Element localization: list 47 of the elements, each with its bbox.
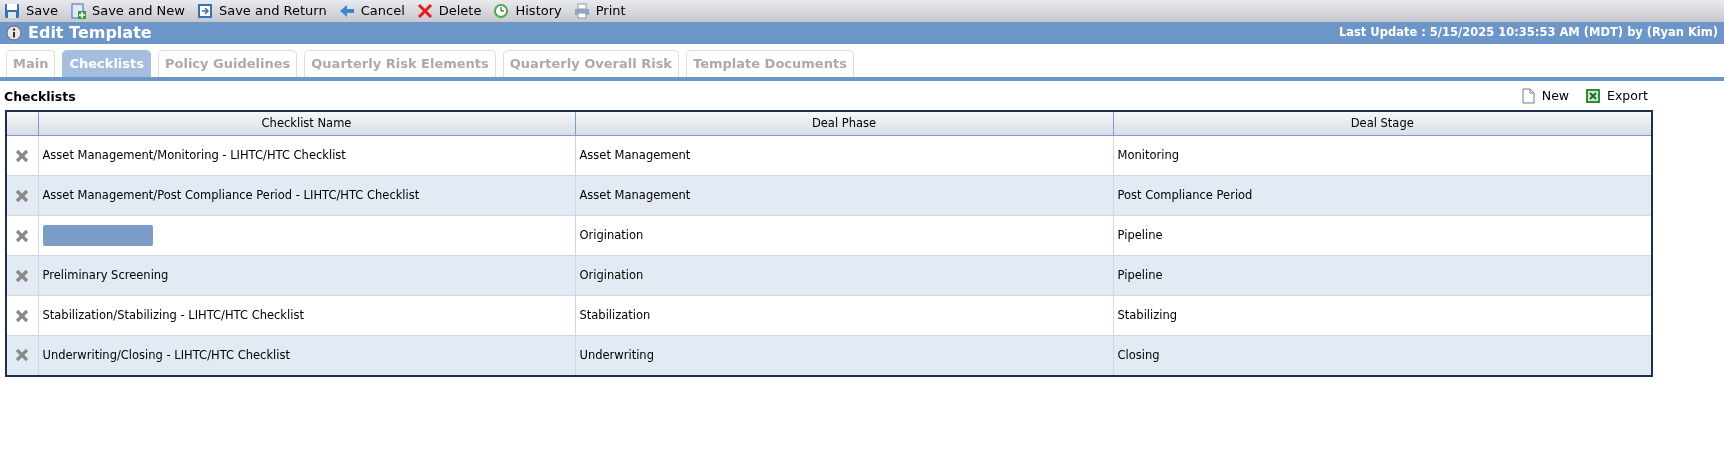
delete-icon[interactable] (14, 267, 31, 284)
delete-icon[interactable] (14, 307, 31, 324)
document-plus-icon (69, 3, 86, 19)
page-title: Edit Template (28, 23, 152, 43)
new-link[interactable]: New (1541, 87, 1570, 106)
table-cell: Preliminary Screening (42, 268, 169, 283)
delete-button[interactable]: Delete (438, 1, 482, 21)
savenew-button[interactable]: Save and New (91, 1, 185, 21)
table-cell: Stabilization/Stabilizing - LIHTC/HTC Checklist (42, 308, 304, 323)
save-button[interactable]: Save (26, 1, 58, 21)
section-title: Checklists (4, 88, 76, 104)
table-cell: Post Compliance Period (1117, 188, 1253, 203)
document-icon[interactable] (1519, 88, 1536, 105)
delete-icon[interactable] (14, 147, 31, 164)
export-link[interactable]: Export (1607, 87, 1648, 106)
column-header: Deal Phase (575, 110, 1113, 136)
column-header: Checklist Name (38, 110, 575, 136)
print-button[interactable]: Print (595, 1, 626, 21)
table-cell: Underwriting (579, 347, 654, 362)
table-cell: Pipeline (1117, 228, 1163, 243)
table-cell: Asset Management (579, 188, 691, 203)
history-button[interactable]: History (515, 1, 562, 21)
savereturn-button[interactable]: Save and Return (218, 1, 327, 21)
table-cell: Pipeline (1117, 268, 1163, 283)
table-cell: Underwriting/Closing - LIHTC/HTC Checklist (42, 347, 290, 362)
table-cell: Asset Management/Post Compliance Period - LIHTC/HTC Checklist (42, 188, 420, 203)
table-cell: Stabilizing (1117, 308, 1178, 323)
info-icon (6, 25, 22, 41)
table-cell: Closing (1117, 347, 1160, 362)
table-cell: Asset Management (579, 148, 691, 163)
last-update-text: Last Update : 5/15/2025 10:35:53 AM (MDT) by (Ryan Kim) (1338, 24, 1718, 42)
column-header: Deal Stage (1113, 110, 1652, 136)
printer-icon (573, 3, 590, 19)
table-cell: Origination (579, 268, 644, 283)
spreadsheet-icon[interactable] (1585, 88, 1602, 105)
clock-icon (493, 3, 510, 19)
table-cell: Stabilization (579, 308, 651, 323)
table-cell: Origination (579, 228, 644, 243)
document-arrow-icon (196, 3, 213, 19)
table-cell: Monitoring (1117, 148, 1179, 163)
close-icon (416, 3, 433, 19)
cancel-button[interactable]: Cancel (360, 1, 405, 21)
delete-icon[interactable] (14, 347, 31, 364)
delete-icon[interactable] (14, 227, 31, 244)
table-cell: Asset Management/Monitoring - LIHTC/HTC Checklist (42, 148, 346, 163)
delete-icon[interactable] (14, 187, 31, 204)
left-arrow-icon (338, 3, 355, 19)
